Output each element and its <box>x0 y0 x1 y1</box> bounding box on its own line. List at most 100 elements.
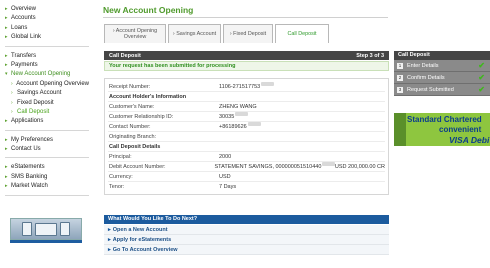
detail-label: Principal: <box>109 154 132 160</box>
sidebar-item-label: Contact Us <box>11 146 41 153</box>
detail-value: STATEMENT SAVINGS, 000000051510440 <box>214 164 322 170</box>
next-action-apply-for-estatements[interactable]: ▸ Apply for eStatements <box>104 235 389 245</box>
promo-banner-bar <box>10 240 82 243</box>
sidebar-item-my-preferences[interactable]: ▸ My Preferences <box>5 136 89 145</box>
sidebar-item-market-watch[interactable]: ▸ Market Watch <box>5 182 89 191</box>
sidebar-item-label: SMS Banking <box>11 173 48 180</box>
ad-line-2: convenient <box>439 125 482 134</box>
promo-banner-image[interactable] <box>10 218 82 240</box>
nav-group: ▸ eStatements ▸ SMS Banking ▸ Market Watch <box>5 162 89 196</box>
sidebar-item-label: Market Watch <box>11 183 48 190</box>
panel-header: Call Deposit Step 3 of 3 <box>104 51 389 60</box>
detail-label: Tenor: <box>109 184 125 190</box>
sidebar-item-label: Savings Account <box>17 90 62 97</box>
detail-value-suffix: USD 200,000.00 CR <box>334 164 385 170</box>
sidebar-item-label: New Account Opening <box>11 71 71 78</box>
sidebar-item-loans[interactable]: ▸ Loans <box>5 24 89 33</box>
sidebar-item-global-link[interactable]: ▸ Global Link <box>5 33 89 42</box>
step-indicator: Step 3 of 3 <box>356 52 384 59</box>
sidebar-item-payments[interactable]: ▸ Payments <box>5 61 89 70</box>
next-action-label: Open a New Account <box>112 227 168 233</box>
detail-row: Customer Relationship ID: 30035 <box>108 112 385 122</box>
step-number: 1 <box>397 62 403 69</box>
ad-stripe <box>394 113 406 146</box>
detail-row: Customer's Name: ZHENG WANG <box>108 102 385 112</box>
laptop-icon <box>35 222 57 236</box>
sidebar-item-account-opening-overview[interactable]: › Account Opening Overview <box>5 80 89 89</box>
sidebar-item-savings-account[interactable]: › Savings Account <box>5 89 89 98</box>
tab-savings-account[interactable]: › Savings Account <box>168 24 221 43</box>
masked-value <box>322 162 335 166</box>
detail-value: 1106-271517753 <box>219 84 261 90</box>
detail-row: Originating Branch: <box>108 132 385 142</box>
detail-row: Tenor: 7 Days <box>108 182 385 192</box>
section-heading: Call Deposit Details <box>108 142 385 152</box>
tab-account-opening-overview[interactable]: › Account Opening Overview <box>104 24 166 43</box>
title-divider <box>103 17 388 18</box>
sidebar-item-label: Payments <box>11 61 38 68</box>
sidebar-item-applications[interactable]: ▸ Applications <box>5 117 89 126</box>
phone-icon <box>60 222 70 236</box>
ad-line-1: Standard Chartered <box>407 115 482 124</box>
detail-value: ZHENG WANG <box>219 104 257 110</box>
tab-fixed-deposit[interactable]: › Fixed Deposit <box>223 24 273 43</box>
detail-value: 30035 <box>219 114 235 120</box>
detail-value: 2000 <box>219 154 232 160</box>
sidebar-item-label: Accounts <box>11 15 36 22</box>
tab-bar: › Account Opening Overview › Savings Acco… <box>104 24 329 43</box>
detail-row: Principal: 2000 <box>108 152 385 162</box>
arrow-right-icon: ▸ <box>108 237 111 243</box>
nav-group: ▸ My Preferences ▸ Contact Us <box>5 135 89 159</box>
sidebar-item-overview[interactable]: ▸ Overview <box>5 5 89 14</box>
visa-debit-ad[interactable]: Standard Chartered convenient VISA Debi <box>394 113 490 146</box>
page-title: New Account Opening <box>103 5 194 15</box>
sidebar-item-accounts[interactable]: ▸ Accounts <box>5 14 89 23</box>
detail-label: Account Holder's Information <box>109 94 187 100</box>
sidebar-item-contact-us[interactable]: ▸ Contact Us <box>5 145 89 154</box>
sidebar-item-call-deposit[interactable]: › Call Deposit <box>5 108 89 117</box>
steps-panel-title: Call Deposit <box>394 51 490 60</box>
step-confirm-details: 2 Confirm Details ✔ <box>394 72 490 84</box>
step-number: 3 <box>397 86 403 93</box>
steps-panel: Call Deposit 1 Enter Details ✔ 2 Confirm Det… <box>394 51 490 96</box>
sidebar-item-label: Transfers <box>11 52 37 59</box>
sidebar-item-label: Overview <box>11 6 37 12</box>
arrow-right-icon: ▸ <box>108 227 111 233</box>
next-action-label: Go To Account Overview <box>112 247 178 253</box>
sidebar-item-label: Global Link <box>11 34 42 41</box>
checkmark-icon: ✔ <box>478 73 485 82</box>
tab-call-deposit[interactable]: Call Deposit <box>275 24 329 43</box>
detail-row: Currency: USD <box>108 172 385 182</box>
next-actions-header: What Would You Like To Do Next? <box>104 215 389 224</box>
nav-group: ▸ Overview ▸ Accounts ▸ Loans ▸ Global Link <box>5 4 89 47</box>
next-action-go-to-account-overview[interactable]: ▸ Go To Account Overview <box>104 245 389 255</box>
arrow-right-icon: ▸ <box>108 247 111 253</box>
sidebar-item-sms-banking[interactable]: ▸ SMS Banking <box>5 173 89 182</box>
step-enter-details: 1 Enter Details ✔ <box>394 60 490 72</box>
sidebar-item-label: Account Opening Overview <box>16 80 89 87</box>
sidebar-item-new-account-opening[interactable]: ▾ New Account Opening <box>5 70 89 79</box>
masked-value <box>247 122 261 126</box>
next-action-open-a-new-account[interactable]: ▸ Open a New Account <box>104 225 389 235</box>
sidebar-item-label: My Preferences <box>11 136 54 143</box>
masked-value <box>235 112 249 116</box>
detail-row: Receipt Number: 1106-271517753 <box>108 82 385 92</box>
sidebar-item-estatements[interactable]: ▸ eStatements <box>5 163 89 172</box>
section-heading: Account Holder's Information <box>108 92 385 102</box>
nav-group: ▸ Transfers ▸ Payments ▾ New Account Opening ›… <box>5 51 89 131</box>
detail-value: 7 Days <box>219 184 237 190</box>
success-message: Your request has been submitted for proc… <box>104 61 389 71</box>
step-label: Confirm Details <box>407 74 445 81</box>
details-table: Receipt Number: 1106-271517753 Account Hol… <box>104 78 389 195</box>
step-request-submitted: 3 Request Submitted ✔ <box>394 84 490 96</box>
detail-value: USD <box>219 174 231 180</box>
sidebar-item-fixed-deposit[interactable]: › Fixed Deposit <box>5 99 89 108</box>
step-label: Request Submitted <box>407 86 454 93</box>
detail-label: Originating Branch: <box>109 134 157 140</box>
sidebar-item-label: eStatements <box>11 164 45 171</box>
step-number: 2 <box>397 74 403 81</box>
detail-row: Contact Number: +86189626 <box>108 122 385 132</box>
phone-icon <box>22 222 32 236</box>
sidebar-item-transfers[interactable]: ▸ Transfers <box>5 52 89 61</box>
next-action-label: Apply for eStatements <box>112 237 172 243</box>
